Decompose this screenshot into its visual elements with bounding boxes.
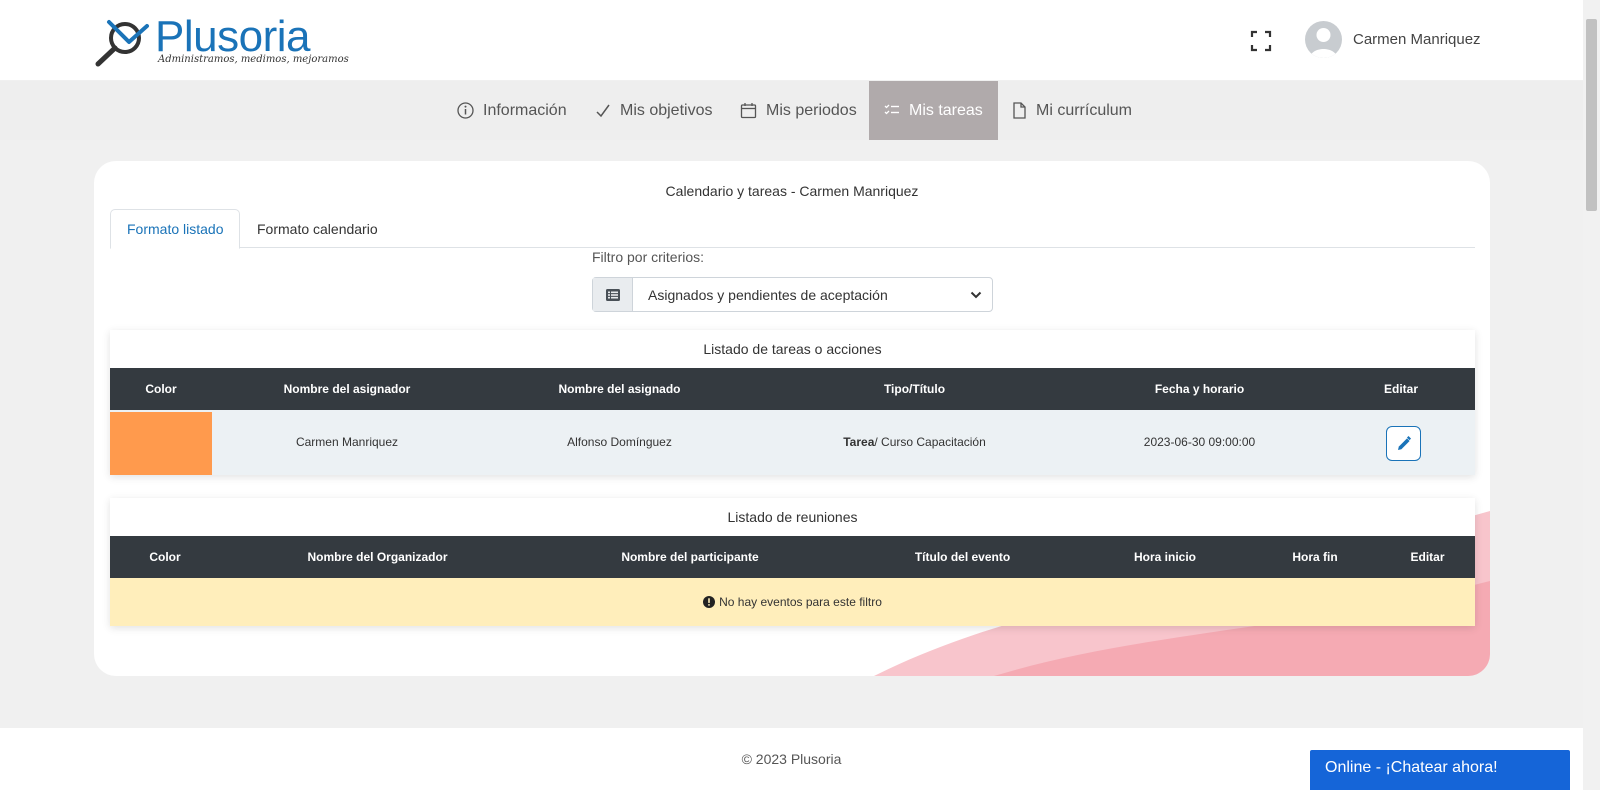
exclamation-circle-icon xyxy=(703,596,716,608)
document-icon xyxy=(1012,102,1027,119)
nav-label: Mi currículum xyxy=(1036,101,1133,119)
tasks-panel: Listado de tareas o acciones Color Nombr… xyxy=(110,330,1475,475)
user-silhouette-icon xyxy=(1310,28,1337,58)
nav-label: Mis periodos xyxy=(766,101,857,119)
filter-selected-value: Asignados y pendientes de aceptación xyxy=(648,286,888,303)
column-header: Editar xyxy=(1410,550,1445,564)
task-color-swatch xyxy=(110,412,212,475)
column-header: Hora fin xyxy=(1292,550,1338,564)
info-circle-icon xyxy=(457,102,474,119)
task-list-icon xyxy=(884,103,900,119)
nav-item-objetivos[interactable]: Mis objetivos xyxy=(595,81,712,140)
column-header: Nombre del asignador xyxy=(283,382,411,396)
brand-logo[interactable]: Plusoria Administramos, medimos, mejoram… xyxy=(95,14,349,70)
assigner-cell: Carmen Manriquez xyxy=(295,435,399,449)
pencil-icon xyxy=(1397,435,1411,450)
filter-label: Filtro por criterios: xyxy=(592,249,705,265)
user-name[interactable]: Carmen Manriquez xyxy=(1353,31,1481,48)
column-header: Nombre del asignado xyxy=(558,382,681,396)
fullscreen-icon[interactable] xyxy=(1250,30,1272,52)
edit-task-button[interactable] xyxy=(1386,426,1421,461)
meetings-title: Listado de reuniones xyxy=(727,509,858,525)
live-chat-button[interactable]: Online - ¡Chatear ahora! xyxy=(1310,750,1570,790)
list-icon xyxy=(593,278,633,311)
nav-item-curriculum[interactable]: Mi currículum xyxy=(1012,81,1132,140)
nav-label: Información xyxy=(483,101,567,119)
top-header: Plusoria Administramos, medimos, mejoram… xyxy=(0,0,1583,80)
column-header: Fecha y horario xyxy=(1154,382,1245,396)
nav-label: Mis tareas xyxy=(909,101,983,119)
column-header: Título del evento xyxy=(914,550,1011,564)
brand-tagline: Administramos, medimos, mejoramos xyxy=(158,54,349,65)
tasks-title: Listado de tareas o acciones xyxy=(703,341,882,357)
content-card: Calendario y tareas - Carmen Manriquez F… xyxy=(94,161,1490,676)
meetings-table-header: Color Nombre del Organizador Nombre del … xyxy=(110,536,1475,578)
column-header: Nombre del Organizador xyxy=(307,550,448,564)
page-title: Calendario y tareas - Carmen Manriquez xyxy=(665,183,919,199)
magnifier-logo-icon xyxy=(95,20,149,67)
view-tabs: Formato listado Formato calendario xyxy=(110,209,1475,249)
chevron-down-icon xyxy=(970,291,982,298)
nav-item-periodos[interactable]: Mis periodos xyxy=(740,81,857,140)
table-row[interactable]: Carmen Manriquez Alfonso Domínguez Tarea… xyxy=(110,410,1475,475)
filter-select-group[interactable]: Asignados y pendientes de aceptación xyxy=(592,277,993,312)
calendar-icon xyxy=(740,102,757,119)
tab-formato-calendario[interactable]: Formato calendario xyxy=(241,209,394,248)
type-title-cell: Tarea/ Curso Capacitación xyxy=(757,410,1072,475)
empty-state-row: No hay eventos para este filtro xyxy=(110,578,1475,626)
filter-select[interactable]: Asignados y pendientes de aceptación xyxy=(633,278,992,311)
column-header: Color xyxy=(145,382,177,396)
column-header: Hora inicio xyxy=(1133,550,1196,564)
check-icon xyxy=(595,103,611,119)
nav-item-tareas[interactable]: Mis tareas xyxy=(869,81,998,140)
meetings-panel: Listado de reuniones Color Nombre del Or… xyxy=(110,498,1475,626)
empty-message: No hay eventos para este filtro xyxy=(719,595,882,609)
tab-formato-listado[interactable]: Formato listado xyxy=(110,209,241,249)
tasks-table-header: Color Nombre del asignador Nombre del as… xyxy=(110,368,1475,410)
main-nav: Información Mis objetivos Mis periodos M… xyxy=(0,81,1583,140)
column-header: Nombre del participante xyxy=(621,550,759,564)
datetime-cell: 2023-06-30 09:00:00 xyxy=(1143,435,1256,449)
column-header: Tipo/Título xyxy=(883,382,946,396)
avatar[interactable] xyxy=(1305,21,1342,58)
column-header: Color xyxy=(149,550,181,564)
column-header: Editar xyxy=(1383,382,1418,396)
nav-label: Mis objetivos xyxy=(620,101,713,119)
task-type: Tarea xyxy=(843,435,875,449)
task-title: / Curso Capacitación xyxy=(874,435,986,449)
assignee-cell: Alfonso Domínguez xyxy=(567,435,672,449)
scrollbar-thumb[interactable] xyxy=(1586,19,1597,211)
nav-item-informacion[interactable]: Información xyxy=(457,81,567,140)
